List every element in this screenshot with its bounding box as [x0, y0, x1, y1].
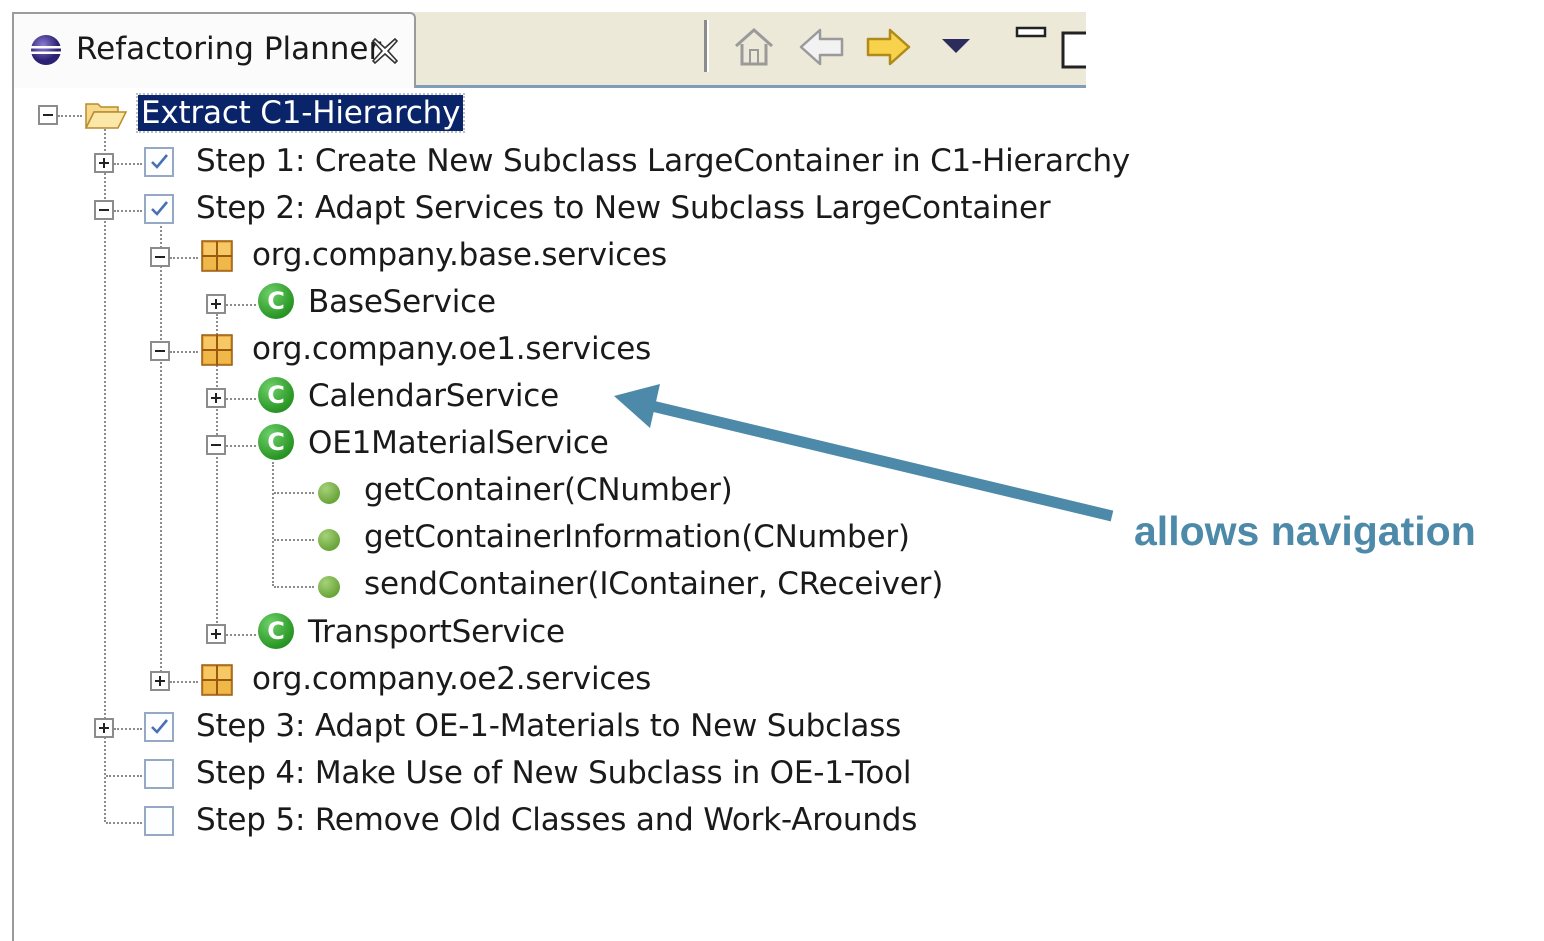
annotation-arrow: [614, 384, 1114, 522]
annotation-label: allows navigation: [1134, 508, 1476, 554]
